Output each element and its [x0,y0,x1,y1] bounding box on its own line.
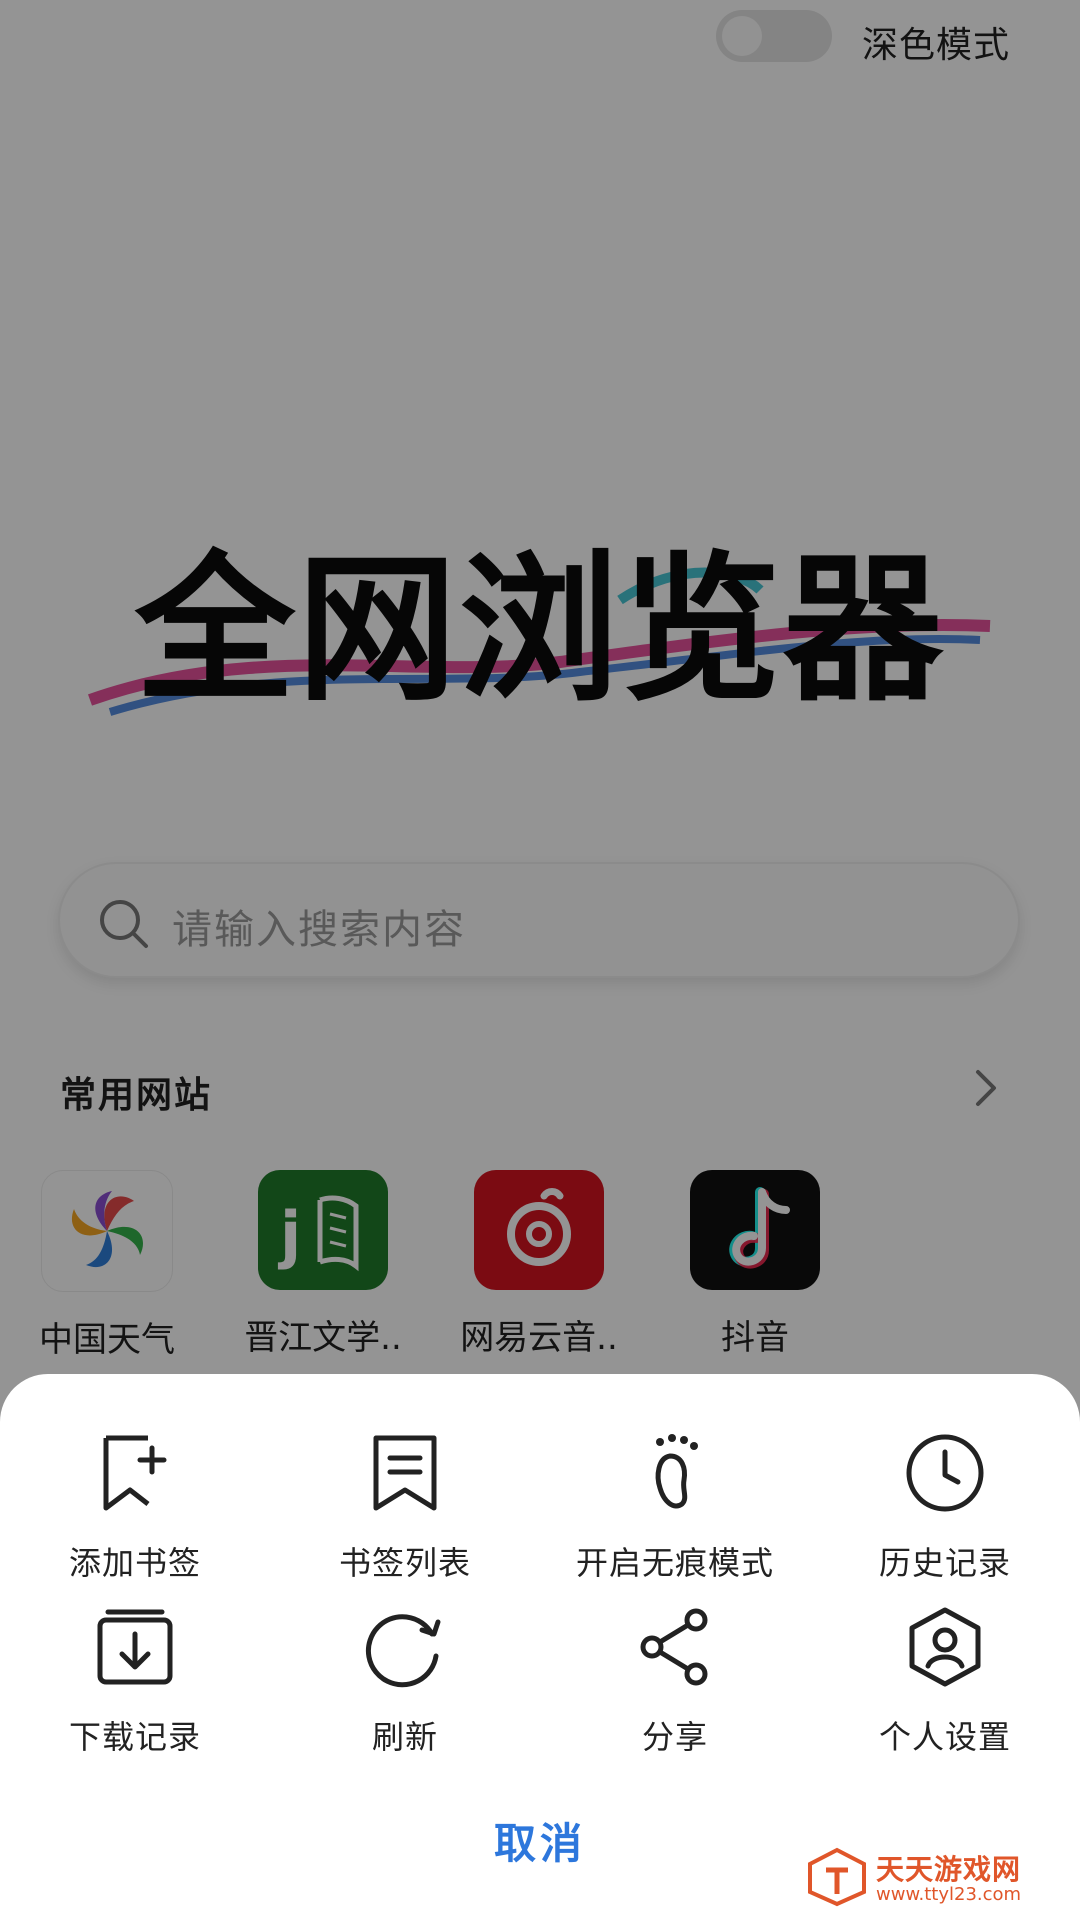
watermark-text: 天天游戏网 [876,1853,1022,1886]
footprint-icon [655,1434,698,1509]
add-bookmark-icon [103,1435,167,1511]
refresh-icon [365,1614,441,1688]
bookmark-list-icon [373,1435,437,1511]
watermark-logo-icon [808,1847,866,1907]
menu-label: 添加书签 [68,1544,201,1582]
menu-label: 下载记录 [68,1718,201,1756]
user-settings-icon [909,1607,981,1687]
menu-item-bookmark-list[interactable]: 书签列表 [270,1430,540,1584]
menu-label: 开启无痕模式 [575,1544,774,1582]
watermark: 天天游戏网 www.ttyl23.com [806,1842,1056,1914]
menu-item-downloads[interactable]: 下载记录 [0,1604,270,1758]
menu-item-refresh[interactable]: 刷新 [270,1604,540,1758]
menu-item-share[interactable]: 分享 [540,1604,810,1758]
share-icon [640,1608,708,1686]
menu-item-add-bookmark[interactable]: 添加书签 [0,1430,270,1584]
clock-icon [906,1434,984,1512]
download-icon [97,1609,173,1685]
menu-item-incognito[interactable]: 开启无痕模式 [540,1430,810,1584]
menu-label: 历史记录 [878,1544,1011,1582]
menu-label: 个人设置 [878,1718,1011,1756]
menu-label: 刷新 [371,1718,438,1756]
menu-label: 书签列表 [338,1544,471,1582]
watermark-url: www.ttyl23.com [876,1884,1022,1905]
menu-item-history[interactable]: 历史记录 [810,1430,1080,1584]
menu-item-user-settings[interactable]: 个人设置 [810,1604,1080,1758]
menu-label: 分享 [641,1718,708,1756]
